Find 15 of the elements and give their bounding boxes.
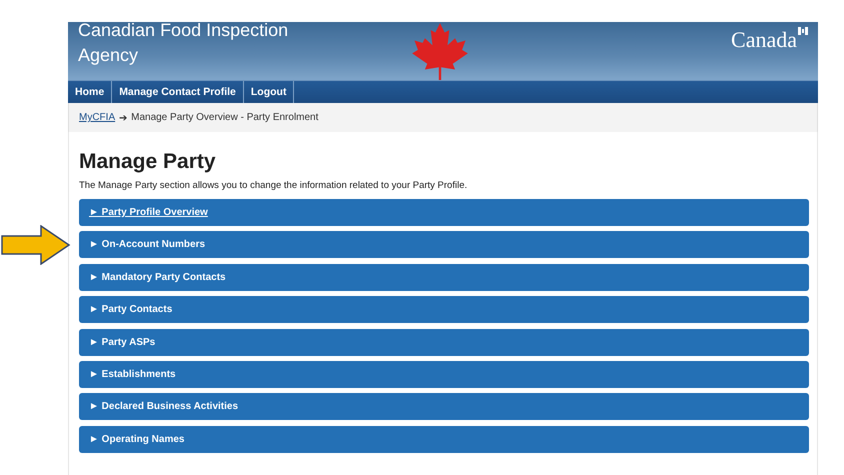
- canada-wordmark: Canada: [731, 27, 797, 53]
- section-header[interactable]: ► Party Profile Overview: [79, 199, 809, 226]
- flag-icon: [798, 27, 808, 35]
- section-header[interactable]: ► Party Contacts: [79, 296, 809, 324]
- agency-title: Canadian Food Inspection Agency: [78, 19, 290, 67]
- description: The Manage Party section allows you to change the information related to your Party Profile.: [79, 180, 468, 191]
- section-header[interactable]: ► Establishments: [79, 360, 809, 388]
- section-header[interactable]: ► Party ASPs: [79, 328, 809, 356]
- breadcrumb-link[interactable]: MyCFIA: [79, 112, 116, 123]
- section-header[interactable]: ► Operating Names: [79, 426, 809, 453]
- breadcrumb-current: Manage Party Overview - Party Enrolment: [131, 112, 318, 123]
- section-header[interactable]: ► Mandatory Party Contacts: [79, 264, 809, 291]
- page-heading: Manage Party: [79, 150, 217, 174]
- section-header[interactable]: ► Declared Business Activities: [79, 393, 809, 420]
- breadcrumb-arrow: ➔: [119, 112, 128, 124]
